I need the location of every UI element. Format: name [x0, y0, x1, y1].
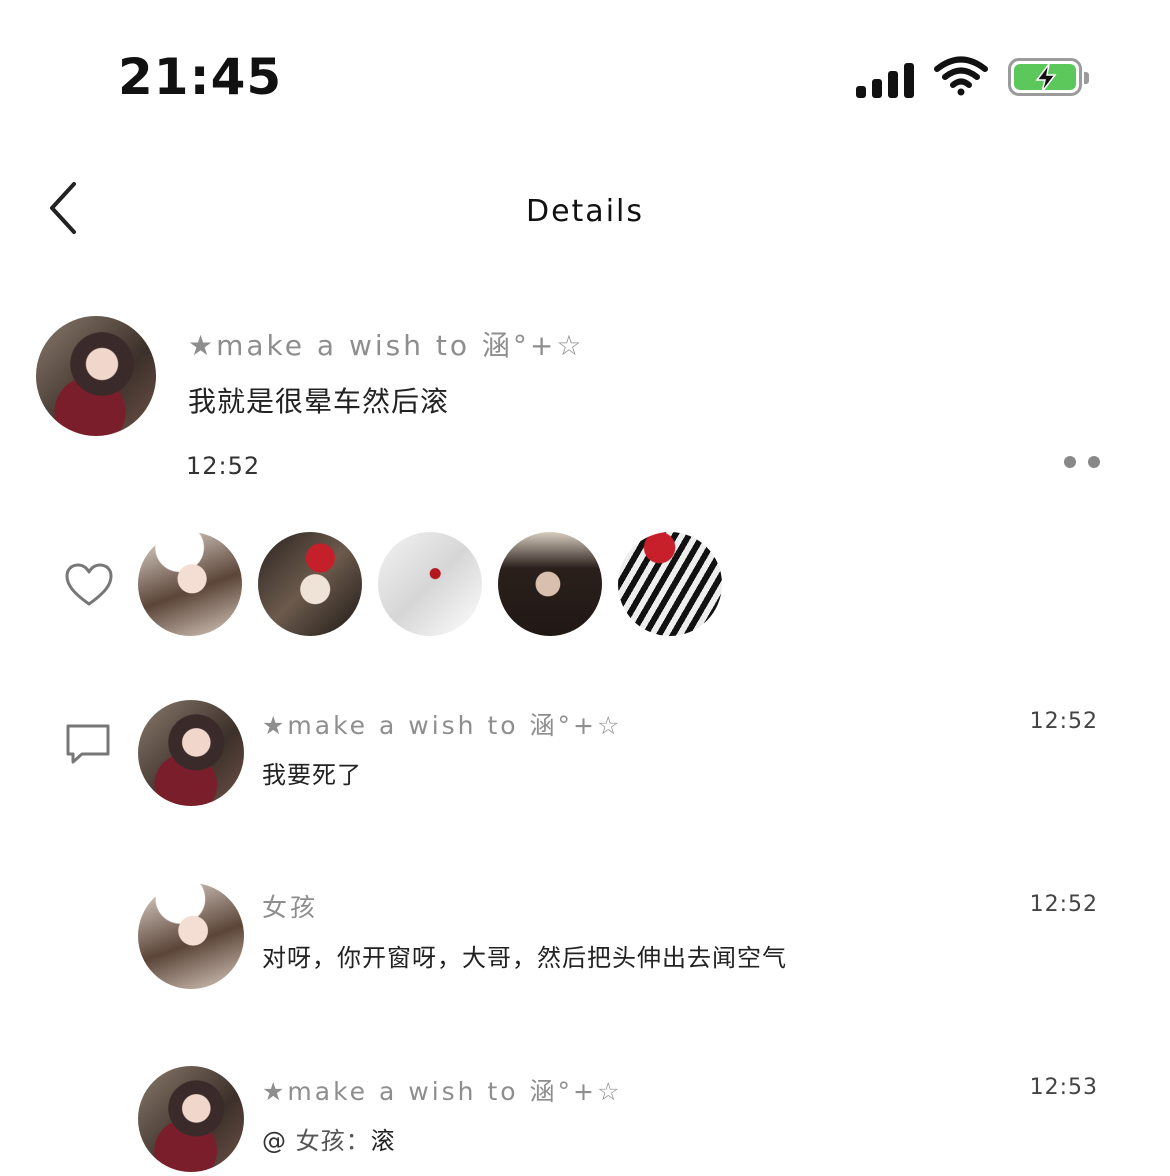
- heart-icon[interactable]: [64, 562, 114, 608]
- comment-timestamp: 12:52: [1029, 709, 1098, 734]
- comment-timestamp: 12:53: [1029, 1075, 1098, 1100]
- status-time: 21:45: [118, 48, 283, 106]
- post-timestamp: 12:52: [186, 452, 261, 480]
- liker-avatars: [138, 532, 738, 636]
- liker-avatar[interactable]: [138, 532, 242, 636]
- battery-icon: [1008, 58, 1089, 96]
- page-title: Details: [525, 194, 644, 229]
- comment-timestamp: 12:52: [1029, 892, 1098, 917]
- liker-avatar[interactable]: [498, 532, 602, 636]
- commenter-name[interactable]: ★make a wish to 涵°+☆: [262, 1072, 622, 1108]
- post-author-avatar[interactable]: [36, 316, 156, 436]
- post-author-name[interactable]: ★make a wish to 涵°+☆: [188, 324, 584, 364]
- post-text: 我就是很晕车然后滚: [188, 385, 450, 418]
- liker-avatar[interactable]: [378, 532, 482, 636]
- cellular-signal-icon: [856, 60, 916, 98]
- comment-icon: [66, 724, 110, 764]
- mention-at: @: [262, 1127, 287, 1155]
- comment-text-body: 滚: [370, 1127, 396, 1155]
- commenter-avatar[interactable]: [138, 883, 244, 989]
- more-options-icon[interactable]: [1062, 456, 1104, 470]
- liker-avatar[interactable]: [618, 532, 722, 636]
- comment-text: 对呀，你开窗呀，大哥，然后把头伸出去闻空气: [262, 944, 787, 972]
- liker-avatar[interactable]: [258, 532, 362, 636]
- mention-name[interactable]: 女孩：: [296, 1127, 371, 1155]
- wifi-icon: [934, 56, 988, 96]
- commenter-name[interactable]: 女孩: [262, 888, 318, 924]
- commenter-avatar[interactable]: [138, 1066, 244, 1172]
- comment-text: @ 女孩：滚: [262, 1121, 396, 1156]
- commenter-avatar[interactable]: [138, 700, 244, 806]
- comment-text: 我要死了: [262, 761, 362, 789]
- commenter-name[interactable]: ★make a wish to 涵°+☆: [262, 706, 622, 742]
